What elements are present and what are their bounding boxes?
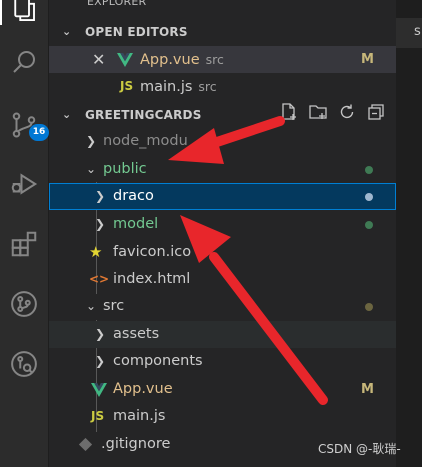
- chevron-right-icon: ❯: [95, 354, 106, 368]
- tree-folder-public[interactable]: ⌄ public: [49, 156, 396, 183]
- editor-tab-label[interactable]: s: [414, 24, 421, 39]
- tree-folder-draco[interactable]: ❯ draco: [49, 183, 396, 210]
- modified-dot: [365, 303, 373, 311]
- chevron-right-icon: ❯: [95, 189, 106, 203]
- open-editors-title: OPEN EDITORS: [85, 25, 188, 39]
- chevron-right-icon: ❯: [86, 134, 97, 148]
- close-icon[interactable]: ✕: [92, 46, 105, 73]
- tree-file-index-html[interactable]: <> index.html: [49, 266, 396, 293]
- chevron-down-icon: ⌄: [86, 162, 97, 176]
- untracked-dot: [365, 166, 373, 174]
- tree-file-main-js[interactable]: JS main.js: [49, 403, 396, 430]
- source-control-badge: 16: [29, 124, 49, 141]
- star-icon: ★: [89, 243, 103, 261]
- tree-folder-model[interactable]: ❯ model: [49, 211, 396, 238]
- tree-folder-components[interactable]: ❯ components: [49, 348, 396, 375]
- open-editors-header[interactable]: ⌄ OPEN EDITORS: [49, 21, 396, 43]
- git-graph-icon[interactable]: [0, 280, 48, 328]
- js-icon: JS: [120, 79, 134, 93]
- chevron-down-icon: ⌄: [62, 108, 72, 121]
- html-icon: <>: [89, 272, 110, 286]
- explorer-icon[interactable]: [0, 0, 48, 34]
- run-debug-icon[interactable]: [0, 160, 48, 208]
- open-editor-main-js[interactable]: JS main.js src: [49, 73, 396, 100]
- collapse-all-icon[interactable]: [366, 102, 386, 126]
- vue-icon: [91, 383, 107, 397]
- tree-label: model: [113, 216, 159, 232]
- tree-label: index.html: [113, 271, 191, 287]
- tree-folder-src[interactable]: ⌄ src: [49, 293, 396, 320]
- new-folder-icon[interactable]: [308, 102, 328, 126]
- tree-label: favicon.ico: [113, 244, 192, 260]
- explorer-title: EXPLORER: [49, 0, 396, 13]
- modified-badge: M: [361, 382, 374, 397]
- untracked-dot: [365, 221, 373, 229]
- watermark: CSDN @-耿瑞-: [318, 442, 401, 456]
- tree-file-app-vue[interactable]: App.vue M: [49, 376, 396, 403]
- gitlens-icon[interactable]: [0, 340, 48, 388]
- tree-label: App.vue: [113, 381, 173, 397]
- activity-bar: 16: [0, 0, 49, 467]
- tree-folder-assets[interactable]: ❯ assets: [49, 321, 396, 348]
- chevron-right-icon: ❯: [95, 217, 106, 231]
- tree-label: src: [103, 298, 125, 314]
- refresh-icon[interactable]: [337, 102, 357, 126]
- extensions-icon[interactable]: [0, 220, 48, 268]
- chevron-right-icon: ❯: [95, 327, 106, 341]
- tree-label: .gitignore: [101, 436, 171, 452]
- tree-label: main.js: [113, 408, 166, 424]
- new-file-icon[interactable]: [279, 102, 299, 126]
- tree-file-favicon[interactable]: ★ favicon.ico: [49, 239, 396, 266]
- search-icon[interactable]: [0, 38, 48, 86]
- explorer-title-text: EXPLORER: [87, 0, 147, 8]
- open-editor-app-vue[interactable]: ✕ App.vue src M: [49, 46, 396, 73]
- project-title: GREETINGCARDS: [85, 108, 202, 122]
- tree-folder-node-modules[interactable]: ❯ node_modu: [49, 128, 396, 155]
- tree-label: draco: [113, 188, 154, 204]
- status-dot: [365, 193, 373, 201]
- js-icon: JS: [91, 409, 105, 423]
- modified-badge: M: [361, 52, 374, 67]
- git-icon: [79, 438, 92, 451]
- tree-label: node_modu: [103, 133, 188, 149]
- vue-icon: [117, 53, 133, 67]
- open-editor-label: App.vue src: [140, 52, 224, 68]
- tree-label: public: [103, 161, 147, 177]
- chevron-down-icon: ⌄: [62, 25, 72, 38]
- open-editor-label: main.js src: [140, 79, 217, 95]
- tree-label: assets: [113, 326, 160, 342]
- tree-label: components: [113, 353, 203, 369]
- editor-area: s: [396, 0, 422, 467]
- chevron-down-icon: ⌄: [86, 299, 97, 313]
